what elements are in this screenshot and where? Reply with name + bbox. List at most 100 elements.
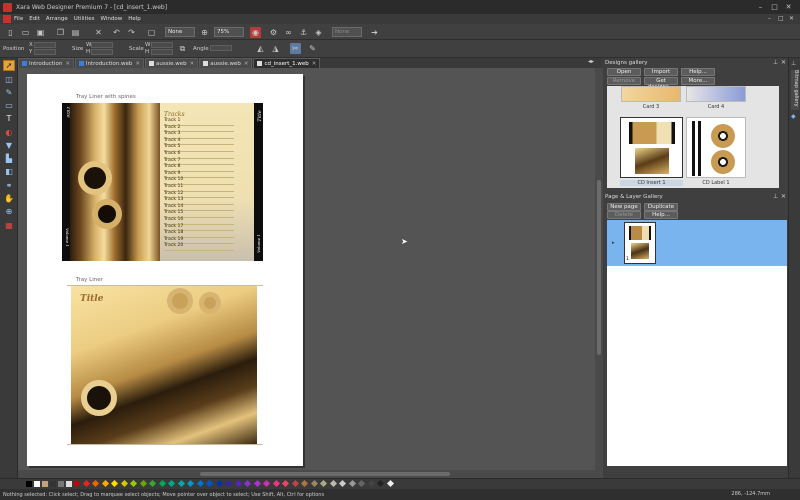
color-swatch[interactable]: [253, 479, 261, 488]
right-spine[interactable]: Title Volume 1: [254, 103, 263, 261]
doc-minimize-button[interactable]: –: [768, 15, 771, 22]
left-spine[interactable]: Title Volume 1: [62, 103, 71, 261]
color-swatch[interactable]: [291, 479, 299, 488]
pin-icon[interactable]: ⊥: [773, 193, 778, 200]
flip-vertical-icon[interactable]: ◮: [270, 43, 281, 54]
blend-tool-icon[interactable]: ⚭: [3, 180, 15, 191]
open-folder-icon[interactable]: ▭: [20, 27, 31, 38]
color-swatch[interactable]: [329, 479, 337, 488]
minimize-button[interactable]: –: [756, 3, 765, 11]
layer-help-button[interactable]: Help...: [644, 211, 678, 219]
clarinet-photo-left[interactable]: [70, 103, 160, 261]
color-swatch[interactable]: [139, 479, 147, 488]
zoom-tool-icon[interactable]: ⊕: [3, 206, 15, 217]
color-swatch[interactable]: [376, 479, 385, 488]
color-swatch[interactable]: [91, 479, 100, 488]
quality-select[interactable]: None: [165, 27, 195, 37]
close-button[interactable]: ✕: [784, 3, 793, 11]
close-tab-icon[interactable]: ✕: [244, 61, 249, 67]
close-tab-icon[interactable]: ✕: [190, 61, 195, 67]
color-swatch[interactable]: [224, 479, 233, 488]
tab-cd-insert[interactable]: cd_insert_1.web ✕: [253, 58, 321, 68]
color-swatch[interactable]: [148, 479, 157, 488]
x-field[interactable]: [34, 42, 56, 48]
remove-button[interactable]: Remove: [607, 77, 641, 85]
gallery-icon[interactable]: ◆: [791, 113, 796, 120]
preview-icon[interactable]: ◉: [250, 27, 261, 38]
design-thumb-cd-insert-1[interactable]: [620, 117, 683, 178]
transparency-tool-icon[interactable]: ▼: [3, 140, 15, 151]
close-tab-icon[interactable]: ✕: [312, 61, 317, 67]
save-icon[interactable]: ▣: [35, 27, 46, 38]
shadow-tool-icon[interactable]: ▙: [3, 153, 15, 164]
transform-icon[interactable]: ✂: [290, 43, 301, 54]
new-document-icon[interactable]: ▯: [5, 27, 16, 38]
tag-icon[interactable]: ✎: [307, 43, 318, 54]
zoom-icon[interactable]: ⊕: [199, 27, 210, 38]
document-page[interactable]: Tray Liner with spines Title Volume 1 Tr…: [27, 74, 303, 466]
angle-field[interactable]: [210, 45, 232, 51]
color-swatch[interactable]: [42, 481, 48, 487]
color-swatch[interactable]: [262, 479, 271, 488]
more-button[interactable]: More...: [681, 77, 715, 85]
color-swatch[interactable]: [215, 479, 223, 488]
pin-icon[interactable]: ⊥: [791, 60, 796, 67]
selected-page-row[interactable]: ▸ 1: [607, 220, 787, 266]
color-swatch[interactable]: [177, 479, 185, 488]
color-swatch[interactable]: [58, 481, 64, 487]
fill-tool-icon[interactable]: ◐: [3, 127, 15, 138]
color-swatch[interactable]: [300, 479, 309, 488]
color-swatch[interactable]: [196, 479, 204, 488]
color-swatch[interactable]: [72, 479, 81, 488]
tracks-panel[interactable]: Tracks Track 1 Track 2 Track 3 Track 4 Track…: [160, 103, 254, 261]
pin-icon[interactable]: ⊥: [773, 59, 778, 66]
get-designs-button[interactable]: Get designs...: [644, 77, 678, 90]
color-swatch[interactable]: [26, 481, 32, 487]
color-swatch[interactable]: [338, 479, 347, 488]
selector-tool-icon[interactable]: ➚: [3, 60, 15, 71]
page-thumbnail[interactable]: 1: [624, 222, 656, 264]
color-swatch[interactable]: [186, 479, 195, 488]
menu-file[interactable]: File: [14, 16, 23, 22]
delete-icon[interactable]: ✕: [93, 27, 104, 38]
scale-w-field[interactable]: [151, 42, 173, 48]
close-gallery-icon[interactable]: ✕: [781, 59, 786, 66]
color-swatch[interactable]: [367, 479, 375, 488]
bitmap-gallery-tab[interactable]: Bitmap gallery: [791, 70, 799, 110]
color-swatch[interactable]: [66, 481, 72, 487]
horizontal-scroll-thumb[interactable]: [200, 472, 450, 476]
menu-utilities[interactable]: Utilities: [74, 16, 95, 22]
import-button[interactable]: Import: [644, 68, 678, 76]
rectangle-tool-icon[interactable]: ▭: [3, 100, 15, 111]
freehand-tool-icon[interactable]: ✎: [3, 87, 15, 98]
push-tool-icon[interactable]: ✋: [3, 193, 15, 204]
maximize-button[interactable]: □: [770, 3, 779, 11]
clarinet-photo-liner[interactable]: Title: [71, 286, 257, 444]
doc-close-button[interactable]: ✕: [789, 15, 794, 22]
color-swatch[interactable]: [386, 479, 394, 488]
transparency-select[interactable]: None: [332, 27, 362, 37]
designs-help-button[interactable]: Help...: [681, 68, 715, 76]
paste-icon[interactable]: ▤: [70, 27, 81, 38]
y-field[interactable]: [34, 49, 56, 55]
copy-icon[interactable]: ❐: [55, 27, 66, 38]
color-swatch[interactable]: [234, 479, 242, 488]
bevel-tool-icon[interactable]: ◧: [3, 166, 15, 177]
color-swatch[interactable]: [101, 479, 109, 488]
redo-icon[interactable]: ↷: [126, 27, 137, 38]
close-tab-icon[interactable]: ✕: [135, 61, 140, 67]
tab-introduction-web[interactable]: Introduction.web ✕: [74, 58, 144, 68]
text-tool-icon[interactable]: T: [3, 113, 15, 124]
menu-edit[interactable]: Edit: [29, 16, 40, 22]
close-tab-icon[interactable]: ✕: [65, 61, 70, 67]
color-swatch[interactable]: [272, 479, 280, 488]
design-thumb-card-3[interactable]: [621, 86, 681, 102]
color-swatch[interactable]: [348, 479, 356, 488]
color-swatch[interactable]: [110, 479, 119, 488]
color-swatch[interactable]: [281, 479, 290, 488]
tab-aussie-web-2[interactable]: aussie.web ✕: [199, 58, 253, 68]
open-button[interactable]: Open: [607, 68, 641, 76]
doc-restore-button[interactable]: □: [778, 15, 784, 22]
color-swatch[interactable]: [167, 479, 176, 488]
color-swatch[interactable]: [82, 479, 90, 488]
